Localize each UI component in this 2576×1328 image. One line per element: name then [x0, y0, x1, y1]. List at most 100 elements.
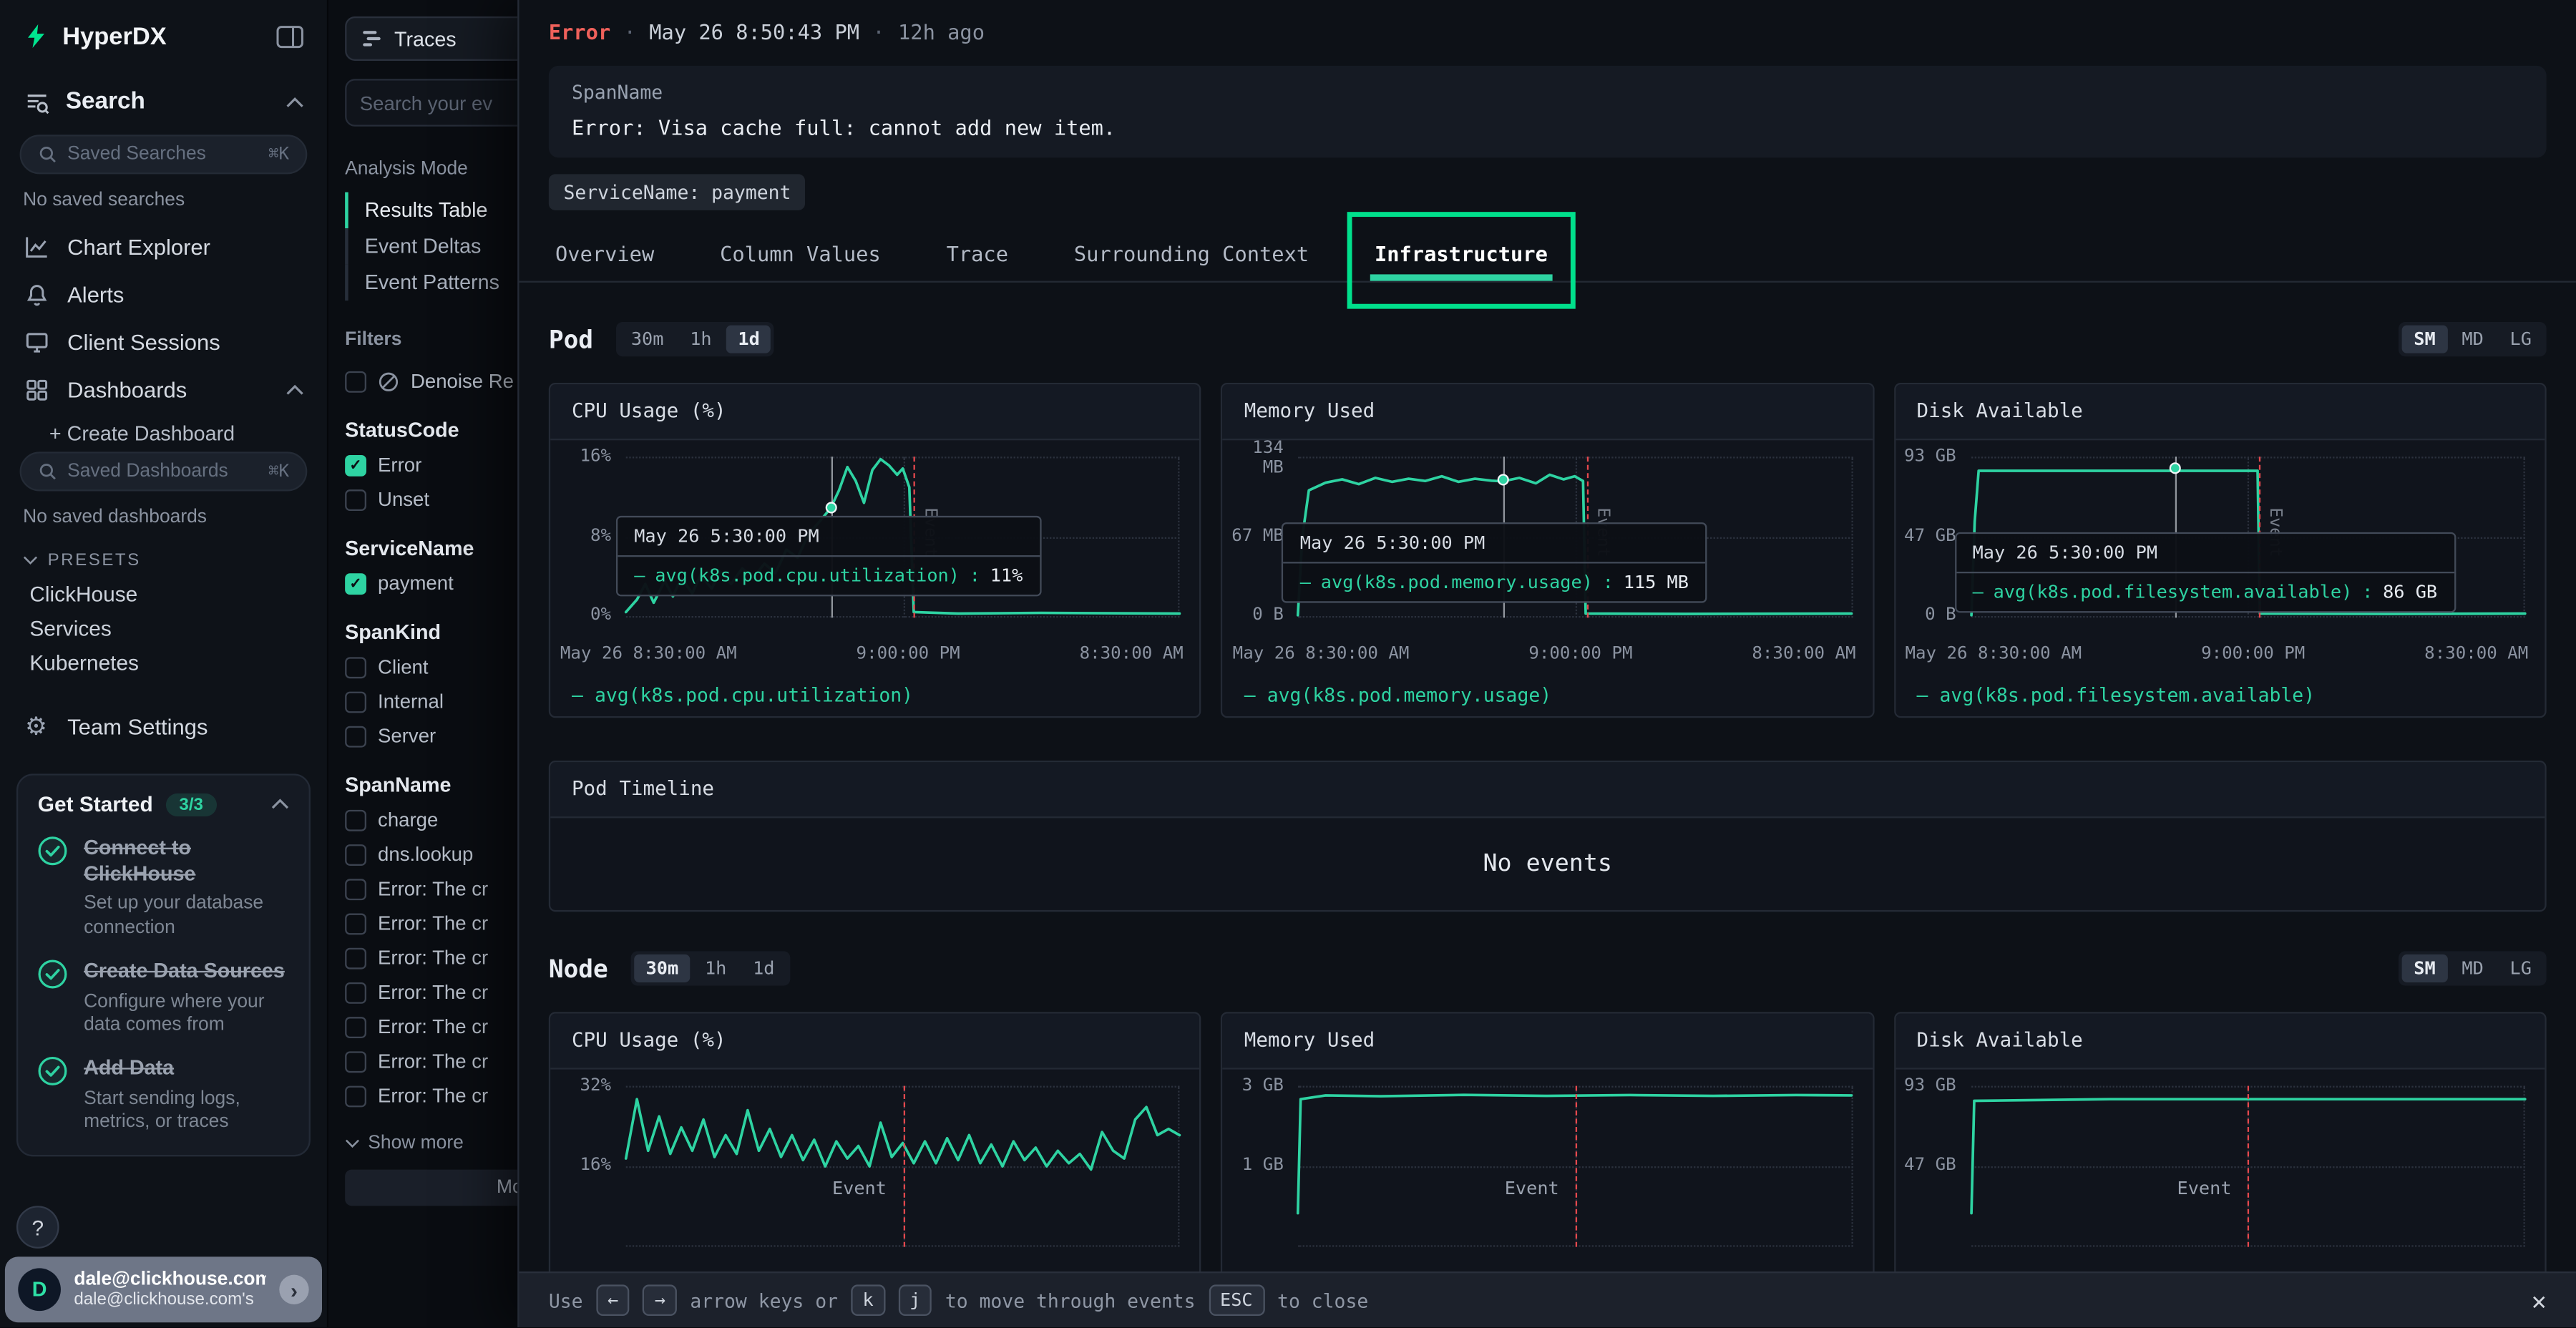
get-started-item-texts: Add DataStart sending logs, metrics, or …: [84, 1057, 289, 1135]
chart-plot-area[interactable]: EventMay 26 5:30:00 PM—avg(k8s.pod.memor…: [1299, 456, 1853, 617]
sidebar-item-chart-explorer[interactable]: Chart Explorer: [0, 223, 327, 271]
tab-surrounding-context[interactable]: Surrounding Context: [1074, 227, 1309, 281]
node-range-1h[interactable]: 1h: [693, 954, 738, 982]
pod-range-30m[interactable]: 30m: [620, 326, 675, 353]
saved-dashboards-input[interactable]: ⌘K: [20, 451, 308, 491]
pod-size-group: SMMDLG: [2399, 322, 2547, 356]
chevron-up-icon[interactable]: [271, 799, 289, 810]
chart-plot-area[interactable]: Event: [1971, 1086, 2524, 1247]
preset-services[interactable]: Services: [0, 611, 327, 645]
left-arrow-key: ←: [596, 1284, 630, 1316]
node-size-md[interactable]: MD: [2450, 954, 2495, 982]
checkbox-icon[interactable]: [345, 878, 366, 899]
presets-header[interactable]: PRESETS: [23, 550, 304, 570]
pod-size-sm[interactable]: SM: [2402, 326, 2447, 353]
filter-option[interactable]: ✓ payment: [345, 572, 517, 595]
get-started-header[interactable]: Get Started 3/3: [38, 792, 289, 816]
nav-search-section[interactable]: Search: [0, 72, 327, 128]
checkbox-icon[interactable]: [345, 1050, 366, 1072]
filter-option[interactable]: Server: [345, 724, 517, 747]
checkbox-icon[interactable]: [345, 809, 366, 831]
checkbox-icon[interactable]: [345, 1085, 366, 1106]
filter-option[interactable]: Internal: [345, 690, 517, 713]
node-size-lg[interactable]: LG: [2498, 954, 2543, 982]
saved-dashboards-field[interactable]: [67, 462, 258, 482]
sidebar-item-dashboards[interactable]: Dashboards: [0, 366, 327, 414]
service-name-tag[interactable]: ServiceName: payment: [549, 174, 806, 210]
filter-option[interactable]: dns.lookup: [345, 843, 517, 866]
denoise-toggle[interactable]: Denoise Re: [345, 370, 517, 393]
checkbox-icon[interactable]: [345, 726, 366, 747]
filter-option[interactable]: Error: The cr: [345, 1050, 517, 1073]
chevron-up-icon[interactable]: [286, 96, 303, 107]
filter-option[interactable]: Error: The cr: [345, 1015, 517, 1038]
tab-column-values[interactable]: Column Values: [720, 227, 881, 281]
x-axis-tick: 8:30:00 AM: [1752, 644, 1855, 664]
pod-range-1h[interactable]: 1h: [678, 326, 723, 353]
analysis-mode-event-patterns[interactable]: Event Patterns: [345, 265, 517, 301]
show-more-link[interactable]: Show more: [345, 1133, 517, 1153]
span-name-box: SpanName Error: Visa cache full: cannot …: [549, 66, 2547, 158]
user-texts: dale@clickhouse.com dale@clickhouse.com'…: [74, 1270, 266, 1309]
filter-option[interactable]: Error: The cr: [345, 877, 517, 900]
checkbox-icon[interactable]: [345, 947, 366, 969]
checkbox-checked-icon[interactable]: ✓: [345, 572, 366, 594]
checkbox-icon[interactable]: [345, 912, 366, 934]
checkbox-icon[interactable]: [345, 982, 366, 1003]
tab-infrastructure[interactable]: Infrastructure: [1375, 227, 1548, 281]
tag-row: ServiceName: payment: [549, 174, 2547, 210]
create-dashboard-button[interactable]: + Create Dashboard: [0, 414, 327, 446]
event-search-input[interactable]: [345, 79, 517, 127]
checkbox-checked-icon[interactable]: ✓: [345, 454, 366, 476]
saved-searches-input[interactable]: ⌘K: [20, 135, 308, 174]
analysis-mode-event-deltas[interactable]: Event Deltas: [345, 228, 517, 265]
checkbox-icon[interactable]: [345, 489, 366, 510]
filter-option[interactable]: Error: The cr: [345, 912, 517, 934]
node-size-sm[interactable]: SM: [2402, 954, 2447, 982]
preset-kubernetes[interactable]: Kubernetes: [0, 645, 327, 680]
node-range-1d[interactable]: 1d: [741, 954, 786, 982]
x-axis-tick: May 26 8:30:00 AM: [1905, 644, 2082, 664]
tab-trace[interactable]: Trace: [947, 227, 1008, 281]
source-select-button[interactable]: Traces: [345, 16, 517, 61]
filter-option[interactable]: charge: [345, 809, 517, 831]
filter-option-label: payment: [378, 572, 454, 595]
filter-option-label: Error: [378, 454, 421, 477]
checkbox-icon[interactable]: [345, 371, 366, 392]
chart-plot-area[interactable]: Event: [626, 1086, 1180, 1247]
pod-timeline-card: Pod Timeline No events: [549, 761, 2547, 912]
more-filters-button[interactable]: More fil: [345, 1170, 517, 1206]
sidebar-item-client-sessions[interactable]: Client Sessions: [0, 318, 327, 366]
filter-option[interactable]: Client: [345, 655, 517, 678]
chart-plot-area[interactable]: EventMay 26 5:30:00 PM—avg(k8s.pod.files…: [1971, 456, 2524, 617]
filter-option[interactable]: ✓ Error: [345, 454, 517, 477]
event-marker-line: [1576, 1086, 1577, 1247]
tab-overview[interactable]: Overview: [555, 227, 654, 281]
sidebar-item-alerts[interactable]: Alerts: [0, 271, 327, 319]
checkbox-icon[interactable]: [345, 690, 366, 712]
saved-searches-field[interactable]: [67, 145, 258, 165]
chart-tooltip: May 26 5:30:00 PM—avg(k8s.pod.cpu.utiliz…: [616, 516, 1041, 596]
pod-size-lg[interactable]: LG: [2498, 326, 2543, 353]
filter-option[interactable]: Error: The cr: [345, 946, 517, 969]
chart-plot-area[interactable]: Event: [1299, 1086, 1853, 1247]
filter-option[interactable]: Error: The cr: [345, 1084, 517, 1107]
close-icon[interactable]: ✕: [2532, 1286, 2547, 1315]
sidebar-collapse-icon[interactable]: [276, 24, 304, 48]
sidebar-item-team-settings[interactable]: ⚙ Team Settings: [0, 703, 327, 751]
node-range-30m[interactable]: 30m: [635, 954, 691, 982]
help-button[interactable]: ?: [16, 1206, 59, 1249]
chart-plot-area[interactable]: EventMay 26 5:30:00 PM—avg(k8s.pod.cpu.u…: [626, 456, 1180, 617]
user-account-chip[interactable]: D dale@clickhouse.com dale@clickhouse.co…: [5, 1256, 322, 1322]
filter-option[interactable]: Error: The cr: [345, 981, 517, 1004]
pod-size-md[interactable]: MD: [2450, 326, 2495, 353]
checkbox-icon[interactable]: [345, 656, 366, 678]
checkbox-icon[interactable]: [345, 1016, 366, 1038]
filter-option[interactable]: Unset: [345, 488, 517, 511]
hover-point-dot: [1498, 474, 1509, 485]
checkbox-icon[interactable]: [345, 844, 366, 865]
pod-range-1d[interactable]: 1d: [726, 326, 771, 353]
analysis-mode-results-table[interactable]: Results Table: [345, 192, 517, 229]
y-axis-tick: 3 GB: [1224, 1078, 1284, 1097]
preset-clickhouse[interactable]: ClickHouse: [0, 577, 327, 611]
